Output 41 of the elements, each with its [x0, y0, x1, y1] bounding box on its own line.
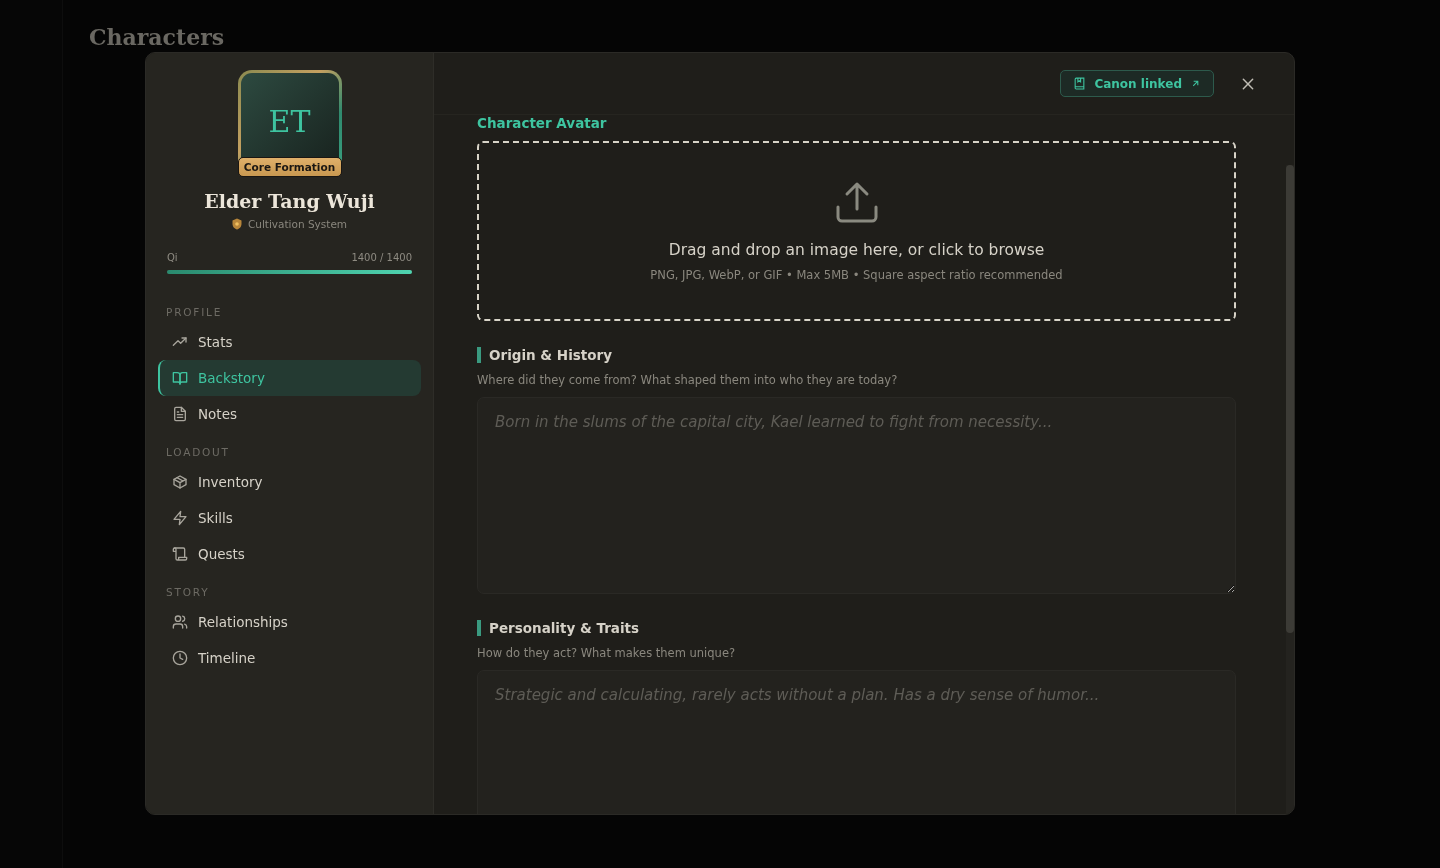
external-link-icon — [1190, 78, 1201, 89]
nav-item[interactable]: Skills — [158, 500, 421, 536]
scroll-icon — [172, 546, 188, 562]
nav-item[interactable]: Stats — [158, 324, 421, 360]
field-label: Character Avatar — [477, 115, 608, 131]
canon-linked-button[interactable]: Canon linked — [1060, 70, 1214, 97]
users-icon — [172, 614, 188, 630]
nav-item[interactable]: Quests — [158, 536, 421, 572]
nav-heading: STORY — [166, 586, 211, 598]
character-name: Elder Tang Wuji — [203, 190, 376, 212]
text-area[interactable]: Born in the slums of the capital city, Kael learned to fight from necessity... — [477, 397, 1236, 594]
section-title: Origin & History — [477, 347, 1236, 363]
page-title: Characters — [89, 24, 225, 50]
resource-reading: 1400 / 1400 — [351, 252, 412, 263]
nav-heading: LOADOUT — [166, 446, 231, 458]
shield-icon — [231, 218, 242, 230]
nav-item[interactable]: Relationships — [158, 604, 421, 640]
nav-item[interactable]: Inventory — [158, 464, 421, 500]
book-icon — [172, 370, 188, 386]
resource-label: Qi — [167, 252, 178, 263]
nav-item[interactable]: Notes — [158, 396, 421, 432]
system-label: Cultivation System — [247, 218, 348, 230]
avatar-initials: ET — [268, 103, 311, 139]
section-description: How do they act? What makes them unique? — [477, 646, 737, 660]
nav-item[interactable]: Timeline — [158, 640, 421, 676]
upload-prompt: Drag and drop an image here, or click to browse — [668, 240, 1045, 259]
upload-hint: PNG, JPG, WebP, or GIF • Max 5MB • Square aspect ratio recommended — [650, 267, 1063, 282]
box-icon — [172, 474, 188, 490]
upload-icon — [834, 180, 879, 223]
scrollbar-thumb[interactable] — [1286, 165, 1294, 633]
nav-item[interactable]: Backstory — [158, 360, 421, 396]
section-title: Personality & Traits — [477, 620, 1236, 636]
lightning-icon — [172, 510, 188, 526]
nav-heading: PROFILE — [166, 306, 224, 318]
document-icon — [172, 406, 188, 422]
upload-dropzone[interactable]: Drag and drop an image here, or click to browse PNG, JPG, WebP, or GIF • Max 5MB • Square aspect ratio recommended — [477, 141, 1236, 321]
text-area[interactable]: Strategic and calculating, rarely acts without a plan. Has a dry sense of humor... — [477, 670, 1236, 814]
section-description: Where did they come from? What shaped them into who they are today? — [477, 373, 899, 387]
clock-icon — [172, 650, 188, 666]
book-icon — [1073, 77, 1087, 90]
rank-badge: Core Formation — [237, 157, 342, 177]
